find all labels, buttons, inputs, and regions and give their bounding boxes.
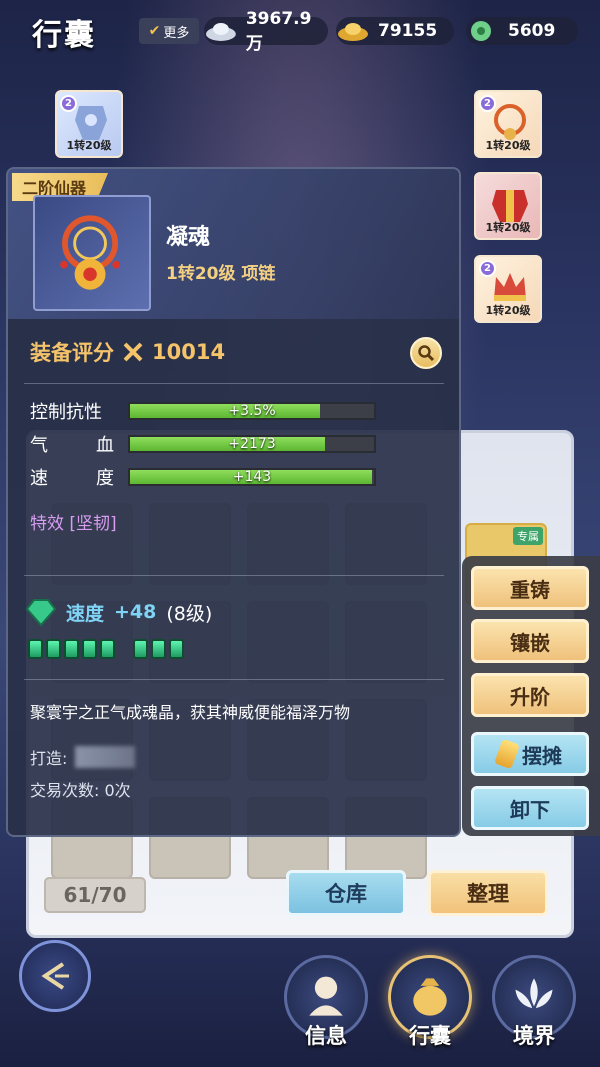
divider bbox=[24, 383, 444, 384]
nav-realm-label: 境界 bbox=[513, 1024, 555, 1048]
gem-pip bbox=[151, 639, 166, 659]
back-button[interactable] bbox=[19, 940, 91, 1012]
page-title: 行囊 bbox=[32, 18, 96, 53]
gem-attr: 速度 bbox=[66, 602, 105, 625]
currency-jade: 5609 bbox=[466, 17, 578, 45]
jade-coin-icon bbox=[471, 21, 491, 41]
gem-pip bbox=[28, 639, 43, 659]
score-label: 装备评分 bbox=[30, 341, 114, 365]
ticket-icon bbox=[494, 738, 520, 770]
stall-button[interactable]: 摆摊 bbox=[471, 732, 589, 776]
equip-slot-right-3[interactable]: 2 1转20级 bbox=[474, 255, 542, 323]
divider bbox=[24, 575, 444, 576]
item-detail-popup: 二阶仙器 凝魂 1转20级 项链 装备评分 10014 控制抗性 +3.5% 气… bbox=[6, 167, 461, 837]
stat-bar: +2173 bbox=[128, 435, 376, 453]
divider bbox=[24, 679, 444, 680]
silver-ingot-icon bbox=[205, 23, 236, 41]
more-button[interactable]: ✔ 更多 bbox=[139, 18, 199, 44]
gem-pip bbox=[133, 639, 148, 659]
equip-badge: 2 bbox=[60, 95, 77, 112]
equip-level: 1转20级 bbox=[485, 139, 531, 152]
gem-pip bbox=[46, 639, 61, 659]
equip-badge: 2 bbox=[479, 260, 496, 277]
unequip-button[interactable]: 卸下 bbox=[471, 786, 589, 830]
stall-label: 摆摊 bbox=[522, 743, 562, 768]
inspect-button[interactable] bbox=[410, 337, 442, 369]
stat-label: 速度 bbox=[30, 468, 114, 489]
special-effect: 特效 [坚韧] bbox=[30, 514, 117, 534]
magnifier-icon bbox=[418, 345, 435, 362]
sort-button[interactable]: 整理 bbox=[428, 870, 548, 916]
equip-level: 1转20级 bbox=[485, 304, 531, 317]
item-description: 聚寰宇之正气成魂晶，获其神威便能福泽万物 bbox=[30, 703, 351, 722]
equip-slot-right-2[interactable]: 1转20级 bbox=[474, 172, 542, 240]
more-label: 更多 bbox=[163, 25, 190, 41]
nav-bag-label: 行囊 bbox=[409, 1024, 451, 1048]
currency-gold: 79155 bbox=[336, 17, 454, 45]
equip-slot-right-1[interactable]: 2 1转20级 bbox=[474, 90, 542, 158]
trade-count: 交易次数: 0次 bbox=[30, 781, 131, 800]
stat-label: 气血 bbox=[30, 435, 114, 456]
gem-row: 速度 +48 (8级) bbox=[26, 597, 212, 627]
item-name: 凝魂 bbox=[166, 225, 211, 250]
maker-label: 打造: bbox=[30, 749, 68, 768]
maker-name-redacted bbox=[75, 746, 136, 768]
necklace-icon bbox=[60, 215, 120, 290]
currency-gold-value: 79155 bbox=[378, 21, 438, 41]
gem-value: +48 bbox=[114, 601, 157, 623]
crossed-swords-icon bbox=[123, 342, 143, 362]
stat-row: 速度 +143 bbox=[30, 465, 376, 489]
gem-pip bbox=[169, 639, 184, 659]
stat-row: 气血 +2173 bbox=[30, 432, 376, 456]
upgrade-button[interactable]: 升阶 bbox=[471, 673, 589, 717]
currency-jade-value: 5609 bbox=[508, 21, 556, 41]
currency-silver: 3967.9万 bbox=[204, 9, 328, 54]
nav-info-label: 信息 bbox=[305, 1024, 347, 1048]
stat-bar: +3.5% bbox=[128, 402, 376, 420]
gem-pip bbox=[64, 639, 79, 659]
item-level-type: 1转20级 项链 bbox=[166, 264, 276, 284]
gem-pip bbox=[100, 639, 115, 659]
item-action-menu: 重铸 镶嵌 升阶 摆摊 卸下 bbox=[462, 556, 600, 836]
recast-button[interactable]: 重铸 bbox=[471, 566, 589, 610]
stat-value: +143 bbox=[232, 469, 272, 485]
stat-row: 控制抗性 +3.5% bbox=[30, 399, 376, 423]
exclusive-tag: 专属 bbox=[513, 527, 543, 545]
inlay-button[interactable]: 镶嵌 bbox=[471, 619, 589, 663]
equip-slot-left-1[interactable]: 2 1转20级 bbox=[55, 90, 123, 158]
stat-bar: +143 bbox=[128, 468, 376, 486]
item-image-frame bbox=[33, 195, 151, 311]
equip-level: 1转20级 bbox=[66, 139, 112, 152]
top-bar: 行囊 ✔ 更多 3967.9万 79155 5609 bbox=[0, 0, 600, 64]
gem-icon bbox=[26, 599, 56, 627]
stat-value: +3.5% bbox=[228, 403, 276, 419]
equip-badge: 2 bbox=[479, 95, 496, 112]
warehouse-button[interactable]: 仓库 bbox=[286, 870, 406, 916]
stat-label: 控制抗性 bbox=[30, 402, 102, 423]
arrow-left-icon bbox=[41, 962, 69, 990]
chevron-down-icon: ✔ bbox=[148, 23, 161, 39]
stat-value: +2173 bbox=[228, 436, 276, 452]
gem-pip bbox=[82, 639, 97, 659]
bag-capacity: 61/70 bbox=[44, 877, 146, 913]
currency-silver-value: 3967.9万 bbox=[245, 8, 312, 54]
equip-level: 1转20级 bbox=[485, 221, 531, 234]
maker-row: 打造: bbox=[30, 745, 136, 769]
gem-pips bbox=[28, 639, 184, 659]
equipment-score: 装备评分 10014 bbox=[30, 337, 225, 367]
gem-level: (8级) bbox=[166, 602, 213, 625]
score-value: 10014 bbox=[152, 340, 226, 364]
gold-ingot-icon bbox=[338, 23, 368, 41]
